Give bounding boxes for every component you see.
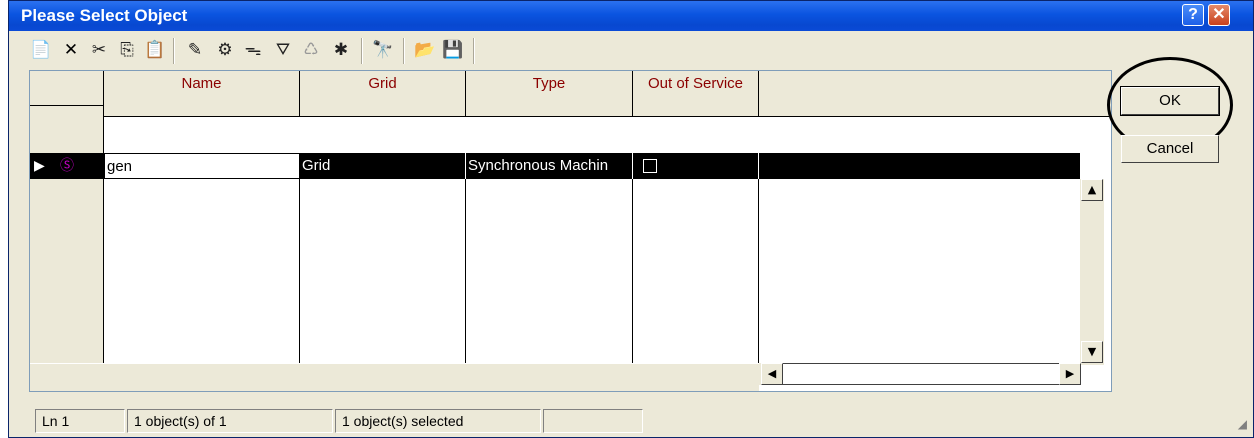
graph-icon[interactable]: ♺: [299, 38, 323, 62]
toolbar-separator: [361, 38, 363, 64]
cell-type[interactable]: Synchronous Machin: [466, 153, 633, 179]
row-pointer-icon: ▶: [34, 158, 45, 174]
row-header-gutter: [30, 71, 104, 391]
scroll-up-button[interactable]: ▲: [1081, 179, 1103, 201]
cut-icon[interactable]: ✂: [87, 38, 111, 62]
column-header-grid[interactable]: Grid: [300, 71, 466, 117]
footer-bar: [30, 363, 759, 391]
close-button[interactable]: ✕: [1208, 4, 1230, 26]
toolbar-separator: [473, 38, 475, 64]
status-selected: 1 object(s) selected: [335, 409, 541, 433]
scroll-left-button[interactable]: ◀: [761, 363, 783, 385]
column-divider: [758, 179, 759, 363]
help-button[interactable]: ?: [1182, 4, 1204, 26]
column-divider: [465, 179, 466, 363]
copy-icon[interactable]: ⎘: [115, 38, 139, 62]
detail-icon[interactable]: ⚙: [213, 38, 237, 62]
cancel-button[interactable]: Cancel: [1121, 135, 1219, 163]
toolbar-separator: [403, 38, 405, 64]
edit-object-icon[interactable]: ✎: [183, 38, 207, 62]
column-divider: [299, 179, 300, 363]
column-divider: [632, 179, 633, 363]
window-title: Please Select Object: [21, 6, 188, 25]
scroll-thumb[interactable]: [780, 363, 1060, 385]
new-object-icon[interactable]: 📄: [29, 38, 53, 62]
column-header-out-of-service[interactable]: Out of Service: [633, 71, 759, 117]
paste-icon[interactable]: 📋: [143, 38, 167, 62]
header-filler: [759, 71, 1111, 117]
status-count: 1 object(s) of 1: [127, 409, 333, 433]
view-icon[interactable]: ᯓ: [241, 38, 265, 62]
cell-grid[interactable]: Grid: [300, 153, 466, 179]
gutter-divider: [30, 105, 104, 106]
vertical-scrollbar[interactable]: ▲ ▼: [1080, 179, 1104, 365]
column-header-type[interactable]: Type: [466, 71, 633, 117]
resize-grip-icon[interactable]: ◢: [1238, 417, 1247, 431]
toolbar-separator: [173, 38, 175, 64]
filter-icon[interactable]: ⛛: [271, 38, 295, 62]
title-bar: Please Select Object ? ✕: [9, 1, 1253, 31]
scroll-right-button[interactable]: ▶: [1059, 363, 1081, 385]
column-header-name[interactable]: Name: [104, 71, 300, 117]
status-extra: [543, 409, 643, 433]
select-object-dialog: Please Select Object ? ✕ 📄 ✕ ✂ ⎘ 📋 ✎ ⚙ ᯓ…: [8, 0, 1254, 438]
table-row[interactable]: ▶ Ⓢ gen Grid Synchronous Machin: [30, 153, 1080, 179]
synchronous-machine-icon: Ⓢ: [60, 158, 74, 174]
open-folder-icon[interactable]: 📂: [413, 38, 437, 62]
cell-out-of-service[interactable]: [633, 153, 759, 179]
delete-icon[interactable]: ✕: [59, 38, 83, 62]
toolbar: 📄 ✕ ✂ ⎘ 📋 ✎ ⚙ ᯓ ⛛ ♺ ✱ 🔭 📂 💾: [27, 36, 1093, 66]
out-of-service-checkbox[interactable]: [643, 159, 657, 173]
cell-name[interactable]: gen: [104, 153, 300, 179]
find-icon[interactable]: 🔭: [371, 38, 395, 62]
new-icon[interactable]: ✱: [329, 38, 353, 62]
status-line: Ln 1: [35, 409, 125, 433]
save-icon[interactable]: 💾: [441, 38, 465, 62]
scroll-down-button[interactable]: ▼: [1081, 341, 1103, 363]
object-table: Name Grid Type Out of Service ▶ Ⓢ gen Gr…: [29, 70, 1112, 392]
